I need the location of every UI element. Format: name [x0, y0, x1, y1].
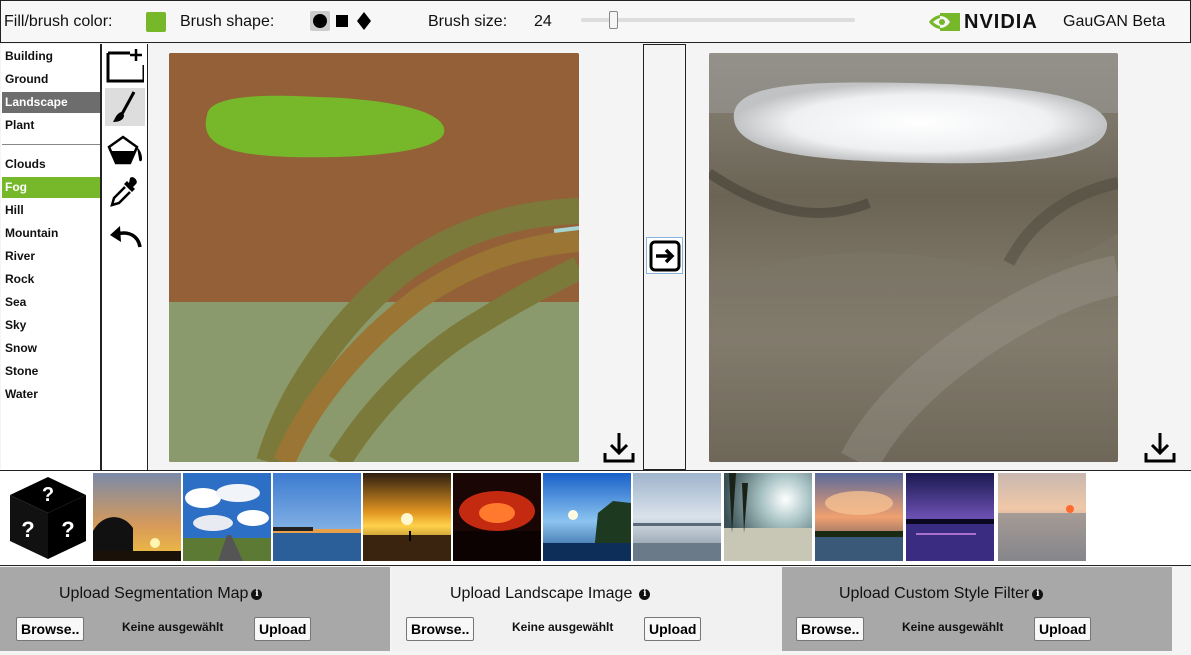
landscape-file-status: Keine ausgewählt	[512, 620, 614, 634]
label-rock[interactable]: Rock	[2, 269, 100, 290]
preset-thumbnail-3[interactable]	[273, 473, 361, 561]
upload-style-title: Upload Custom Style Filter	[839, 585, 1030, 602]
preset-thumbnail-5[interactable]	[453, 473, 541, 561]
square-shape-icon	[336, 15, 348, 27]
undo-button[interactable]	[105, 218, 145, 256]
preset-thumbnail-8[interactable]	[724, 473, 812, 561]
brush-shape-selector	[310, 11, 374, 31]
label-stone[interactable]: Stone	[2, 361, 100, 382]
preset-thumbnail-4[interactable]	[363, 473, 451, 561]
svg-text:?: ?	[61, 517, 74, 542]
label-plant[interactable]: Plant	[2, 115, 100, 136]
label-sky[interactable]: Sky	[2, 315, 100, 336]
preset-thumbnail-11[interactable]	[998, 473, 1086, 561]
upload-segmentation-title: Upload Segmentation Map	[59, 585, 249, 602]
browse-style-button[interactable]: Browse..	[796, 617, 865, 641]
arrow-right-icon	[649, 240, 680, 271]
segmentation-drawing	[169, 53, 579, 462]
brush-shape-circle[interactable]	[310, 11, 330, 31]
label-list: Building Ground Landscape Plant Clouds F…	[1, 44, 101, 470]
svg-text:?: ?	[42, 484, 54, 506]
browse-segmentation-button[interactable]: Browse..	[16, 617, 85, 641]
label-sea[interactable]: Sea	[2, 292, 100, 313]
segmentation-file-status: Keine ausgewählt	[122, 620, 224, 634]
eyedropper-icon	[110, 177, 137, 207]
new-canvas-icon	[106, 49, 144, 83]
new-canvas-button[interactable]	[105, 46, 145, 84]
info-icon[interactable]: i	[639, 588, 651, 600]
paint-bucket-button[interactable]	[105, 132, 145, 170]
paint-bucket-icon	[107, 135, 142, 165]
preset-thumbnail-9[interactable]	[815, 473, 903, 561]
info-icon[interactable]: i	[251, 588, 263, 600]
label-mountain[interactable]: Mountain	[2, 223, 100, 244]
upload-segmentation-panel: Upload Segmentation Map i Browse.. Keine…	[0, 567, 390, 651]
upload-landscape-panel: Upload Landscape Image i Browse.. Keine …	[392, 567, 782, 651]
brush-shape-label: Brush shape:	[180, 13, 275, 30]
tool-column	[101, 44, 148, 470]
random-dice-icon[interactable]: ? ? ?	[8, 475, 88, 561]
top-toolbar: Fill/brush color: Brush shape: Brush siz…	[0, 0, 1191, 43]
preset-thumbnail-2[interactable]	[183, 473, 271, 561]
undo-icon	[110, 226, 142, 248]
preset-thumbnail-7[interactable]	[633, 473, 721, 561]
preset-thumbnail-10[interactable]	[906, 473, 994, 561]
label-snow[interactable]: Snow	[2, 338, 100, 359]
circle-shape-icon	[313, 14, 327, 28]
label-water[interactable]: Water	[2, 384, 100, 405]
upload-landscape-title: Upload Landscape Image	[450, 585, 633, 602]
fill-color-label: Fill/brush color:	[4, 13, 113, 30]
label-divider	[2, 144, 100, 145]
diamond-shape-icon	[357, 12, 371, 30]
browse-landscape-button[interactable]: Browse..	[406, 617, 475, 641]
label-landscape[interactable]: Landscape	[2, 92, 100, 113]
fill-color-swatch[interactable]	[146, 12, 166, 32]
download-output-icon[interactable]	[1144, 431, 1176, 463]
preset-thumbnail-6[interactable]	[543, 473, 631, 561]
eyedropper-button[interactable]	[105, 174, 145, 212]
label-hill[interactable]: Hill	[2, 200, 100, 221]
segmentation-canvas[interactable]	[169, 53, 579, 462]
app-title: GauGAN Beta	[1063, 13, 1166, 30]
generated-landscape	[709, 53, 1118, 462]
style-presets: ? ? ?	[0, 470, 1191, 566]
style-file-status: Keine ausgewählt	[902, 620, 1004, 634]
label-ground[interactable]: Ground	[2, 69, 100, 90]
upload-style-panel: Upload Custom Style Filter i Browse.. Ke…	[782, 567, 1172, 651]
brush-size-slider-thumb[interactable]	[609, 11, 619, 29]
svg-text:?: ?	[21, 517, 34, 542]
upload-landscape-button[interactable]: Upload	[644, 617, 702, 641]
upload-panels: Upload Segmentation Map i Browse.. Keine…	[0, 567, 1191, 655]
brush-size-label: Brush size:	[428, 13, 508, 30]
nvidia-eye-icon	[929, 13, 960, 31]
label-clouds[interactable]: Clouds	[2, 154, 100, 175]
label-fog[interactable]: Fog	[2, 177, 100, 198]
generated-image	[709, 53, 1118, 462]
upload-segmentation-button[interactable]: Upload	[254, 617, 312, 641]
brush-shape-square[interactable]	[332, 11, 352, 31]
brush-size-slider[interactable]	[581, 18, 855, 22]
label-river[interactable]: River	[2, 246, 100, 267]
brush-size-value: 24	[534, 13, 552, 30]
info-icon[interactable]: i	[1032, 588, 1044, 600]
brush-icon	[113, 91, 136, 122]
nvidia-brand: NVIDIA	[964, 10, 1038, 33]
download-segmentation-icon[interactable]	[603, 431, 635, 463]
brush-tool-button[interactable]	[105, 88, 145, 126]
render-column	[643, 44, 686, 470]
preset-thumbnail-1[interactable]	[93, 473, 181, 561]
brush-shape-diamond[interactable]	[354, 11, 374, 31]
upload-style-button[interactable]: Upload	[1034, 617, 1092, 641]
render-button[interactable]	[646, 237, 683, 274]
label-building[interactable]: Building	[2, 46, 100, 67]
nvidia-logo: NVIDIA	[928, 9, 1042, 35]
